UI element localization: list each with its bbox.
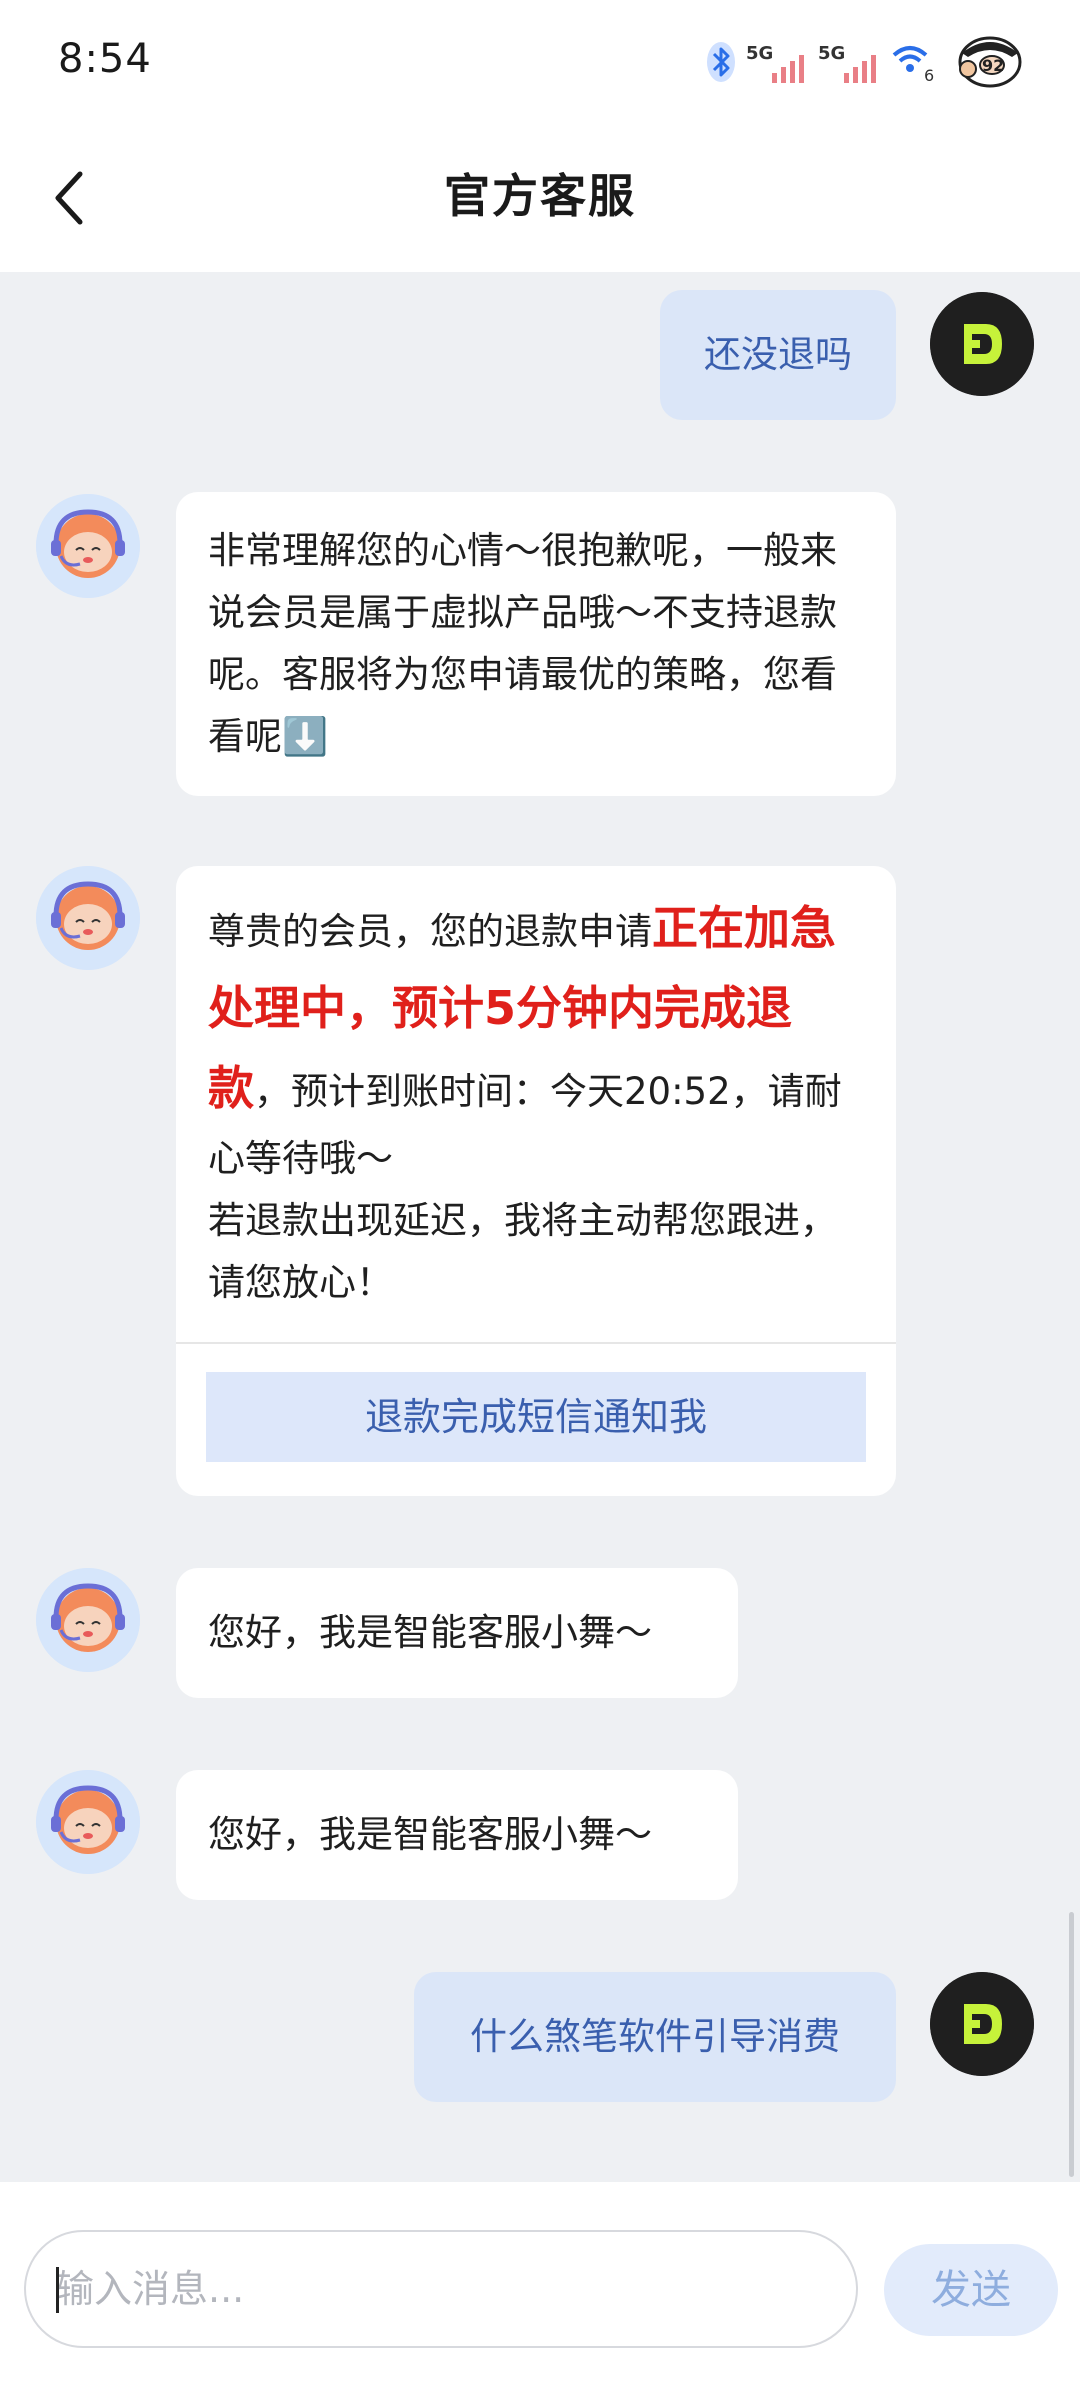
message-text: 非常理解您的心情～很抱歉呢，一般来说会员是属于虚拟产品哦～不支持退款呢。客服将为… bbox=[208, 529, 837, 758]
customer-service-avatar-icon bbox=[36, 1568, 140, 1672]
bot-avatar[interactable] bbox=[36, 1568, 140, 1672]
input-bar: 发送 bbox=[0, 2182, 1080, 2403]
customer-service-avatar-icon bbox=[36, 494, 140, 598]
message-text: 您好，我是智能客服小舞～ bbox=[208, 1611, 652, 1654]
card-divider bbox=[176, 1342, 896, 1344]
customer-service-avatar-icon bbox=[36, 1770, 140, 1874]
header: 官方客服 bbox=[0, 130, 1080, 272]
bot-avatar[interactable] bbox=[36, 494, 140, 598]
bot-message-bubble[interactable]: 您好，我是智能客服小舞～ bbox=[176, 1770, 738, 1900]
refund-intro-text: 尊贵的会员，您的退款申请 bbox=[208, 910, 652, 953]
customer-service-avatar-icon bbox=[36, 866, 140, 970]
bot-message-bubble[interactable]: 非常理解您的心情～很抱歉呢，一般来说会员是属于虚拟产品哦～不支持退款呢。客服将为… bbox=[176, 492, 896, 796]
status-bar: 8:54 5G 5G 6 92 bbox=[0, 0, 1080, 130]
message-text: 什么煞笔软件引导消费 bbox=[470, 2015, 840, 2058]
status-icons: 5G 5G 6 92 bbox=[706, 36, 1024, 92]
svg-text:6: 6 bbox=[924, 66, 934, 85]
chat-screen: 8:54 5G 5G 6 92 官方客服 还没退吗 非常理解您的心情～很抱歉呢，… bbox=[0, 0, 1080, 2403]
svg-text:92: 92 bbox=[982, 56, 1004, 75]
user-message-bubble[interactable]: 什么煞笔软件引导消费 bbox=[414, 1972, 896, 2102]
cellular-signal-2-icon: 5G bbox=[818, 39, 880, 89]
message-input[interactable] bbox=[24, 2230, 858, 2348]
send-button[interactable]: 发送 bbox=[884, 2244, 1058, 2336]
page-title: 官方客服 bbox=[444, 169, 636, 223]
bot-avatar[interactable] bbox=[36, 1770, 140, 1874]
refund-status-card[interactable]: 尊贵的会员，您的退款申请正在加急处理中，预计5分钟内完成退款，预计到账时间：今天… bbox=[176, 866, 896, 1496]
app-logo-icon bbox=[930, 1972, 1034, 2076]
bot-avatar[interactable] bbox=[36, 866, 140, 970]
user-avatar[interactable] bbox=[930, 1972, 1034, 2076]
user-avatar[interactable] bbox=[930, 292, 1034, 396]
wifi-icon: 6 bbox=[890, 39, 942, 89]
chat-message-list[interactable]: 还没退吗 非常理解您的心情～很抱歉呢，一般来说会员是属于虚拟产品哦～不支持退款呢… bbox=[0, 272, 1080, 2182]
bot-message-bubble[interactable]: 您好，我是智能客服小舞～ bbox=[176, 1568, 738, 1698]
bluetooth-icon bbox=[706, 40, 736, 88]
user-message-bubble[interactable]: 还没退吗 bbox=[660, 290, 896, 420]
status-time: 8:54 bbox=[58, 36, 152, 82]
refund-followup-text: 若退款出现延迟，我将主动帮您跟进，请您放心！ bbox=[208, 1199, 837, 1304]
message-text: 您好，我是智能客服小舞～ bbox=[208, 1813, 652, 1856]
battery-character-icon: 92 bbox=[952, 35, 1024, 93]
sms-notify-button[interactable]: 退款完成短信通知我 bbox=[206, 1372, 866, 1462]
refund-eta-text: ，预计到账时间：今天20:52，请耐心等待哦～ bbox=[208, 1070, 842, 1180]
cellular-signal-icon: 5G bbox=[746, 39, 808, 89]
message-text: 还没退吗 bbox=[704, 333, 852, 376]
chat-scrollbar[interactable] bbox=[1069, 1912, 1074, 2177]
app-logo-icon bbox=[930, 292, 1034, 396]
text-caret bbox=[56, 2267, 59, 2313]
